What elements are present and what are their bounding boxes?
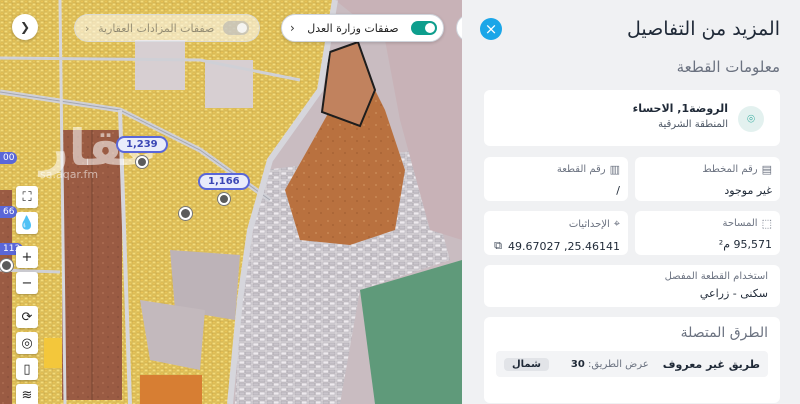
plan-number-label: رقم المخطط	[702, 164, 758, 175]
section-title: معلومات القطعة	[676, 58, 780, 76]
location-pin-icon: ⌾	[738, 106, 764, 132]
panel-title: المزيد من التفاصيل	[627, 18, 780, 40]
chevron-right-icon: ›	[85, 21, 90, 35]
price-pin-label: 1,239	[116, 136, 168, 153]
auctions-toggle-label: صفقات المزادات العقارية	[98, 21, 215, 35]
map-toolbar: ⛶ 💧 + − ⟳ ◎ ▯ ≋	[16, 186, 38, 404]
price-pin[interactable]: 1,166	[198, 173, 250, 205]
pin-dot	[217, 193, 230, 205]
area-value: 95,571 م²	[718, 238, 772, 251]
chevron-right-icon: ›	[290, 21, 295, 35]
map-marker[interactable]	[0, 259, 13, 272]
document-icon: ▤	[761, 163, 772, 176]
roads-title: الطرق المتصلة	[680, 325, 768, 341]
auctions-toggle-chip[interactable]: › صفقات المزادات العقارية	[74, 14, 260, 42]
price-pin-label: 1,166	[198, 173, 250, 190]
phone-icon[interactable]: ▯	[16, 358, 38, 380]
location-card: ⌾ الروضة1, الاحساء المنطقة الشرقية	[484, 90, 780, 146]
road-row: طريق غير معروف عرض الطريق: 30 شمال	[496, 351, 768, 377]
map-view[interactable]: ❯ › صفقات المزادات العقارية › صفقات وزار…	[0, 0, 462, 404]
plan-number-value: غير موجود	[724, 184, 772, 197]
zoom-out-icon[interactable]: −	[16, 272, 38, 294]
connected-roads-card: الطرق المتصلة طريق غير معروف عرض الطريق:…	[484, 317, 780, 403]
fullscreen-icon[interactable]: ⛶	[16, 186, 38, 208]
edge-price-tag[interactable]: 00	[0, 152, 18, 164]
drop-icon[interactable]: 💧	[16, 212, 38, 234]
road-name: طريق غير معروف	[662, 357, 760, 371]
location-region: المنطقة الشرقية	[658, 119, 728, 130]
road-width-label: عرض الطريق:	[587, 358, 649, 370]
copy-icon[interactable]: ⧉	[494, 239, 502, 253]
plot-number-card: ▥ رقم القطعة /	[484, 157, 628, 201]
close-icon: ×	[484, 19, 498, 38]
coordinates-label: الإحداثيات	[568, 218, 610, 230]
coordinates-icon: ⌖	[613, 217, 620, 230]
land-use-label: استخدام القطعة المفصل	[664, 271, 768, 282]
land-use-card: استخدام القطعة المفصل سكنى - زراعي	[484, 265, 780, 307]
area-card: ⬚ المساحة 95,571 م²	[635, 211, 780, 255]
chevron-right-icon: ❯	[19, 20, 31, 34]
auctions-switch[interactable]	[223, 21, 249, 35]
plot-number-value: /	[616, 184, 620, 197]
grid-icon: ▥	[609, 163, 620, 176]
pin-dot	[135, 156, 148, 168]
back-button[interactable]: ❯	[12, 14, 38, 40]
close-button[interactable]: ×	[480, 18, 502, 40]
zoom-in-icon[interactable]: +	[16, 246, 38, 268]
plan-number-card: ▤ رقم المخطط غير موجود	[635, 157, 780, 201]
details-panel: المزيد من التفاصيل × معلومات القطعة ⌾ ال…	[462, 0, 800, 404]
coordinates-value: 49.67027 ,25.46141	[508, 239, 620, 253]
compass-icon[interactable]: ⟳	[16, 306, 38, 328]
location-district: الروضة1, الاحساء	[632, 102, 728, 115]
area-label: المساحة	[722, 218, 758, 229]
justice-deals-switch[interactable]	[411, 21, 437, 35]
map-marker[interactable]	[179, 207, 192, 220]
road-width-value: 30	[570, 358, 585, 370]
road-width: عرض الطريق: 30	[571, 359, 649, 370]
area-icon: ⬚	[761, 217, 772, 230]
locate-icon[interactable]: ◎	[16, 332, 38, 354]
edge-price-tag[interactable]: 66	[0, 206, 18, 218]
justice-deals-label: صفقات وزارة العدل	[307, 21, 399, 35]
coordinates-card: ⌖ الإحداثيات 49.67027 ,25.46141 ⧉	[484, 211, 628, 255]
land-use-value: سكنى - زراعي	[699, 287, 768, 300]
road-direction-badge: شمال	[504, 357, 549, 371]
price-pin[interactable]: 1,239	[116, 136, 168, 168]
justice-deals-toggle-chip[interactable]: › صفقات وزارة العدل	[281, 14, 444, 42]
panel-header: المزيد من التفاصيل ×	[480, 14, 780, 44]
layers-icon[interactable]: ≋	[16, 384, 38, 404]
plot-number-label: رقم القطعة	[556, 164, 606, 175]
